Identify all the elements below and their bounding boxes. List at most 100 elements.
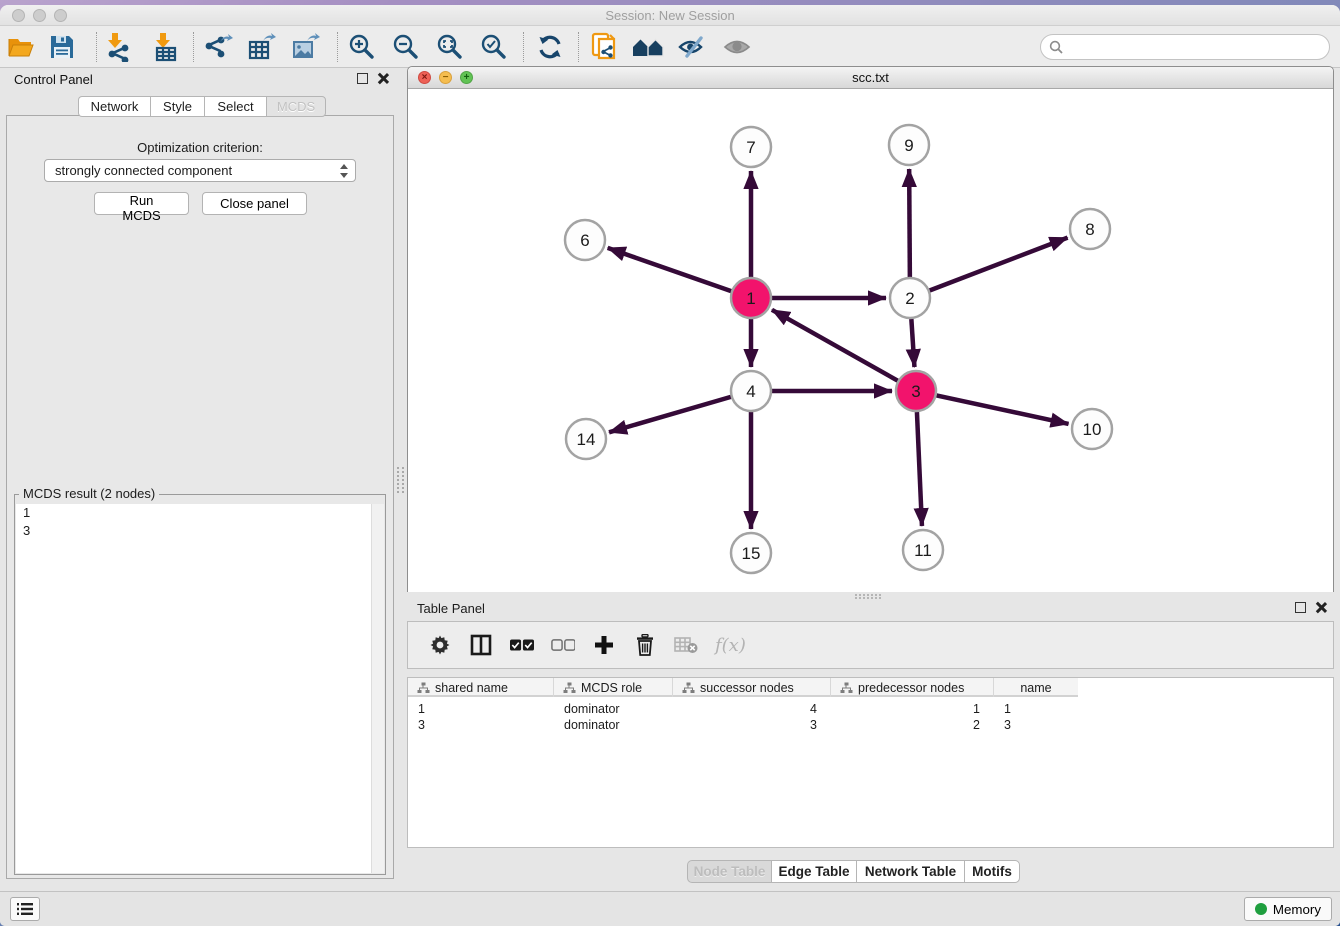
graph-node-label: 1 [746,289,755,308]
desktop-background: Session: New Session [0,0,1340,926]
search-box [1040,34,1330,60]
toolbar-separator [578,32,579,62]
table-toolbar: f(x) [407,621,1334,669]
birds-eye-view-button[interactable] [717,28,757,66]
tab-mcds[interactable]: MCDS [266,96,326,117]
memory-status-button[interactable]: Memory [1244,897,1332,921]
graph-edge-4-14[interactable] [609,397,731,432]
column-header-mcds-role[interactable]: MCDS role [554,678,673,697]
apply-layout-button[interactable] [530,28,570,66]
network-window-titlebar: × − + scc.txt [408,67,1333,89]
mcds-result-box[interactable]: 1 3 [16,504,384,873]
panel-splitter-handle[interactable] [397,467,404,493]
column-header-successor-nodes[interactable]: successor nodes [673,678,831,697]
toolbar-separator [337,32,338,62]
node-table: shared name MCDS role successor nodes pr… [407,677,1334,848]
import-table-button[interactable] [146,28,186,66]
memory-label: Memory [1273,902,1321,917]
tab-network-table[interactable]: Network Table [856,860,964,883]
result-scrollbar[interactable] [371,504,384,873]
export-network-button[interactable] [198,28,238,66]
import-network-button[interactable] [98,28,138,66]
control-panel-tabs: Network Style Select MCDS [78,96,326,117]
graph-node-label: 7 [746,138,755,157]
export-image-button[interactable] [286,28,326,66]
graph-node-label: 4 [746,382,755,401]
zoom-fit-selected-button[interactable] [474,28,514,66]
float-panel-icon[interactable] [1295,602,1306,613]
graph-edge-2-3[interactable] [911,319,914,367]
close-panel-icon[interactable] [377,73,388,84]
network-graph[interactable]: 1234678910111415 [408,89,1333,592]
tab-edge-table[interactable]: Edge Table [771,860,856,883]
network-view-window: × − + scc.txt 1234678910111415 [407,66,1334,592]
open-session-button[interactable] [2,28,42,66]
delete-rows-trash-icon[interactable] [633,633,657,657]
clear-all-checkboxes-icon[interactable] [551,633,575,657]
column-type-icon [563,682,576,694]
cell-successor-nodes: 3 [673,717,831,733]
network-canvas[interactable]: 1234678910111415 [408,89,1333,592]
run-mcds-button[interactable]: Run MCDS [94,192,189,215]
graph-edge-3-10[interactable] [937,395,1069,424]
function-builder-icon[interactable]: f(x) [715,635,746,656]
tab-motifs[interactable]: Motifs [964,860,1020,883]
criterion-select[interactable]: strongly connected component [44,159,356,182]
zoom-in-button[interactable] [342,28,382,66]
app-titlebar: Session: New Session [0,5,1340,26]
graph-edge-2-9[interactable] [909,169,910,277]
graph-node-label: 8 [1085,220,1094,239]
graph-edge-2-8[interactable] [930,238,1068,291]
app-window: Session: New Session [0,5,1340,926]
tab-select[interactable]: Select [204,96,266,117]
export-table-button[interactable] [242,28,282,66]
hide-graphics-details-button[interactable] [672,28,712,66]
close-panel-icon[interactable] [1315,602,1326,613]
toolbar-separator [96,32,97,62]
graph-node-label: 9 [904,136,913,155]
graph-node-label: 10 [1083,420,1102,439]
show-columns-icon[interactable] [469,633,493,657]
control-panel: Control Panel Network Style Select MCDS … [6,66,394,879]
save-session-button[interactable] [42,28,82,66]
tab-network[interactable]: Network [78,96,150,117]
table-row[interactable]: 1 dominator 4 1 1 [408,701,1078,717]
float-panel-icon[interactable] [357,73,368,84]
network-window-title: scc.txt [408,70,1333,85]
toolbar-separator [193,32,194,62]
cell-predecessor-nodes: 1 [831,701,994,717]
graph-node-label: 11 [914,541,932,560]
select-all-checkboxes-icon[interactable] [510,633,534,657]
show-all-networks-button[interactable] [628,28,668,66]
mcds-result-line: 3 [16,522,384,540]
graph-edge-3-1[interactable] [772,310,898,381]
column-type-icon [417,682,430,694]
mcds-result-group: MCDS result (2 nodes) 1 3 [14,494,386,875]
column-type-icon [682,682,695,694]
app-title: Session: New Session [0,8,1340,23]
graph-node-label: 2 [905,289,914,308]
graph-node-label: 15 [742,544,761,563]
column-header-shared-name[interactable]: shared name [408,678,554,697]
close-panel-button[interactable]: Close panel [202,192,307,215]
tab-node-table[interactable]: Node Table [687,860,771,883]
column-header-name[interactable]: name [994,678,1078,697]
graph-edge-1-6[interactable] [608,248,732,291]
column-header-predecessor-nodes[interactable]: predecessor nodes [831,678,994,697]
cell-shared-name: 1 [408,701,554,717]
table-row[interactable]: 3 dominator 3 2 3 [408,717,1078,733]
table-panel: Table Panel [407,595,1334,890]
status-menu-list-icon[interactable] [10,897,40,921]
main-toolbar [0,26,1340,68]
cell-predecessor-nodes: 2 [831,717,994,733]
graph-node-label: 14 [577,430,596,449]
tab-style[interactable]: Style [150,96,204,117]
zoom-fit-content-button[interactable] [430,28,470,66]
add-row-icon[interactable] [592,633,616,657]
graph-edge-3-11[interactable] [917,412,922,526]
zoom-out-button[interactable] [386,28,426,66]
delete-table-icon[interactable] [674,633,698,657]
search-input[interactable] [1064,40,1329,55]
clone-network-button[interactable] [584,28,624,66]
settings-gear-icon[interactable] [428,633,452,657]
